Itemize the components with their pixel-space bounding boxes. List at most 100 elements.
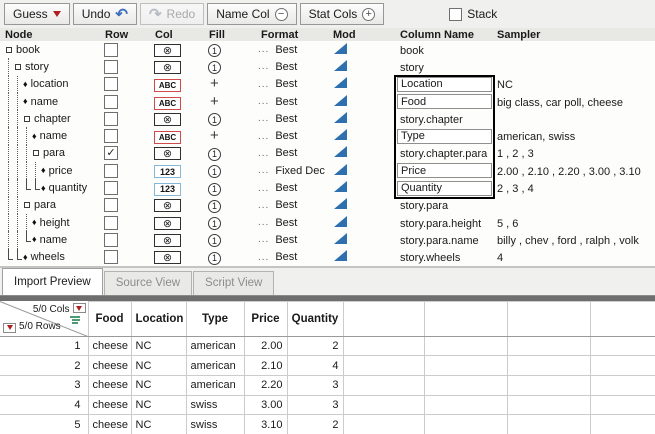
tree-node-cell[interactable]: para <box>0 197 100 214</box>
tree-node-cell[interactable]: book <box>0 41 100 58</box>
tree-node-cell[interactable]: ♦quantity <box>0 179 100 196</box>
fill-once-icon[interactable]: 1 <box>208 165 221 178</box>
continuous-modeling-icon[interactable] <box>334 181 347 192</box>
stack-checkbox[interactable] <box>449 8 462 21</box>
tab-source-view[interactable]: Source View <box>104 271 192 295</box>
tree-node-cell[interactable]: ♦height <box>0 214 100 231</box>
fill-once-icon[interactable]: 1 <box>208 148 221 161</box>
format-cell[interactable]: ...Best <box>250 217 330 229</box>
format-cell[interactable]: ...Best <box>250 234 330 246</box>
fill-once-icon[interactable]: 1 <box>208 183 221 196</box>
preview-row-number[interactable]: 4 <box>0 395 88 415</box>
character-column-icon[interactable]: ABC <box>154 131 181 144</box>
format-ellipsis-button[interactable]: ... <box>258 200 269 211</box>
fill-once-icon[interactable]: 1 <box>208 234 221 247</box>
tree-node-cell[interactable]: ♦wheels <box>0 249 100 266</box>
tree-node-cell[interactable]: chapter <box>0 110 100 127</box>
column-name-input[interactable]: Quantity <box>397 181 492 196</box>
preview-row-number[interactable]: 1 <box>0 336 88 356</box>
guess-button[interactable]: Guess <box>4 3 70 25</box>
format-ellipsis-button[interactable]: ... <box>258 183 269 194</box>
tab-import-preview[interactable]: Import Preview <box>2 268 103 295</box>
fill-once-icon[interactable]: 1 <box>208 44 221 57</box>
format-cell[interactable]: ...Best <box>250 147 330 159</box>
row-checkbox[interactable] <box>104 233 118 247</box>
format-cell[interactable]: ...Fixed Dec <box>250 165 330 177</box>
row-checkbox[interactable] <box>104 112 118 126</box>
fill-once-icon[interactable]: 1 <box>208 252 221 265</box>
excluded-column-icon[interactable]: ⊗ <box>154 44 181 57</box>
excluded-column-icon[interactable]: ⊗ <box>154 217 181 230</box>
continuous-modeling-icon[interactable] <box>334 77 347 88</box>
row-checkbox[interactable] <box>104 198 118 212</box>
fill-once-icon[interactable]: 1 <box>208 217 221 230</box>
continuous-modeling-icon[interactable] <box>334 164 347 175</box>
excluded-column-icon[interactable]: ⊗ <box>154 147 181 160</box>
format-ellipsis-button[interactable]: ... <box>258 79 269 90</box>
columns-menu-button[interactable] <box>73 303 86 313</box>
format-cell[interactable]: ...Best <box>250 199 330 211</box>
continuous-modeling-icon[interactable] <box>334 43 347 54</box>
numeric-column-icon[interactable]: 123 <box>154 183 181 196</box>
character-column-icon[interactable]: ABC <box>154 97 181 110</box>
format-ellipsis-button[interactable]: ... <box>258 165 269 176</box>
numeric-column-icon[interactable]: 123 <box>154 165 181 178</box>
column-name-input[interactable]: Food <box>397 94 492 109</box>
tree-node-cell[interactable]: ♦name <box>0 127 100 144</box>
continuous-modeling-icon[interactable] <box>334 233 347 244</box>
row-checkbox[interactable] <box>104 181 118 195</box>
row-checkbox[interactable]: ✓ <box>104 146 118 160</box>
undo-button[interactable]: Undo ↶ <box>73 3 137 25</box>
tree-node-cell[interactable]: story <box>0 58 100 75</box>
column-name-input[interactable]: Location <box>397 77 492 92</box>
format-ellipsis-button[interactable]: ... <box>258 148 269 159</box>
format-cell[interactable]: ...Best <box>250 96 330 108</box>
format-ellipsis-button[interactable]: ... <box>258 217 269 228</box>
continuous-modeling-icon[interactable] <box>334 250 347 261</box>
continuous-modeling-icon[interactable] <box>334 60 347 71</box>
tree-node-cell[interactable]: ♦location <box>0 76 100 93</box>
stat-cols-button[interactable]: Stat Cols + <box>300 3 385 25</box>
row-checkbox[interactable] <box>104 43 118 57</box>
row-checkbox[interactable] <box>104 216 118 230</box>
format-ellipsis-button[interactable]: ... <box>258 131 269 142</box>
row-checkbox[interactable] <box>104 250 118 264</box>
continuous-modeling-icon[interactable] <box>334 112 347 123</box>
continuous-modeling-icon[interactable] <box>334 198 347 209</box>
format-cell[interactable]: ...Best <box>250 251 330 263</box>
fill-repeat-icon[interactable]: + <box>210 93 219 110</box>
excluded-column-icon[interactable]: ⊗ <box>154 113 181 126</box>
continuous-modeling-icon[interactable] <box>334 95 347 106</box>
format-ellipsis-button[interactable]: ... <box>258 252 269 263</box>
tab-script-view[interactable]: Script View <box>193 271 274 295</box>
format-ellipsis-button[interactable]: ... <box>258 96 269 107</box>
excluded-column-icon[interactable]: ⊗ <box>154 234 181 247</box>
format-cell[interactable]: ...Best <box>250 130 330 142</box>
format-ellipsis-button[interactable]: ... <box>258 113 269 124</box>
format-cell[interactable]: ...Best <box>250 113 330 125</box>
format-ellipsis-button[interactable]: ... <box>258 234 269 245</box>
continuous-modeling-icon[interactable] <box>334 216 347 227</box>
excluded-column-icon[interactable]: ⊗ <box>154 199 181 212</box>
tree-node-cell[interactable]: ♦name <box>0 93 100 110</box>
format-cell[interactable]: ...Best <box>250 61 330 73</box>
row-checkbox[interactable] <box>104 164 118 178</box>
format-ellipsis-button[interactable]: ... <box>258 61 269 72</box>
row-checkbox[interactable] <box>104 95 118 109</box>
fill-repeat-icon[interactable]: + <box>210 75 219 92</box>
format-cell[interactable]: ...Best <box>250 44 330 56</box>
column-name-input[interactable]: Price <box>397 163 492 178</box>
format-cell[interactable]: ...Best <box>250 78 330 90</box>
preview-row-number[interactable]: 2 <box>0 356 88 376</box>
tree-node-cell[interactable]: ♦price <box>0 162 100 179</box>
fill-once-icon[interactable]: 1 <box>208 113 221 126</box>
character-column-icon[interactable]: ABC <box>154 79 181 92</box>
row-checkbox[interactable] <box>104 60 118 74</box>
preview-row-number[interactable]: 5 <box>0 415 88 434</box>
format-ellipsis-button[interactable]: ... <box>258 44 269 55</box>
rows-menu-button[interactable] <box>3 323 16 333</box>
excluded-column-icon[interactable]: ⊗ <box>154 251 181 264</box>
fill-once-icon[interactable]: 1 <box>208 61 221 74</box>
column-name-input[interactable]: Type <box>397 129 492 144</box>
excluded-column-icon[interactable]: ⊗ <box>154 61 181 74</box>
